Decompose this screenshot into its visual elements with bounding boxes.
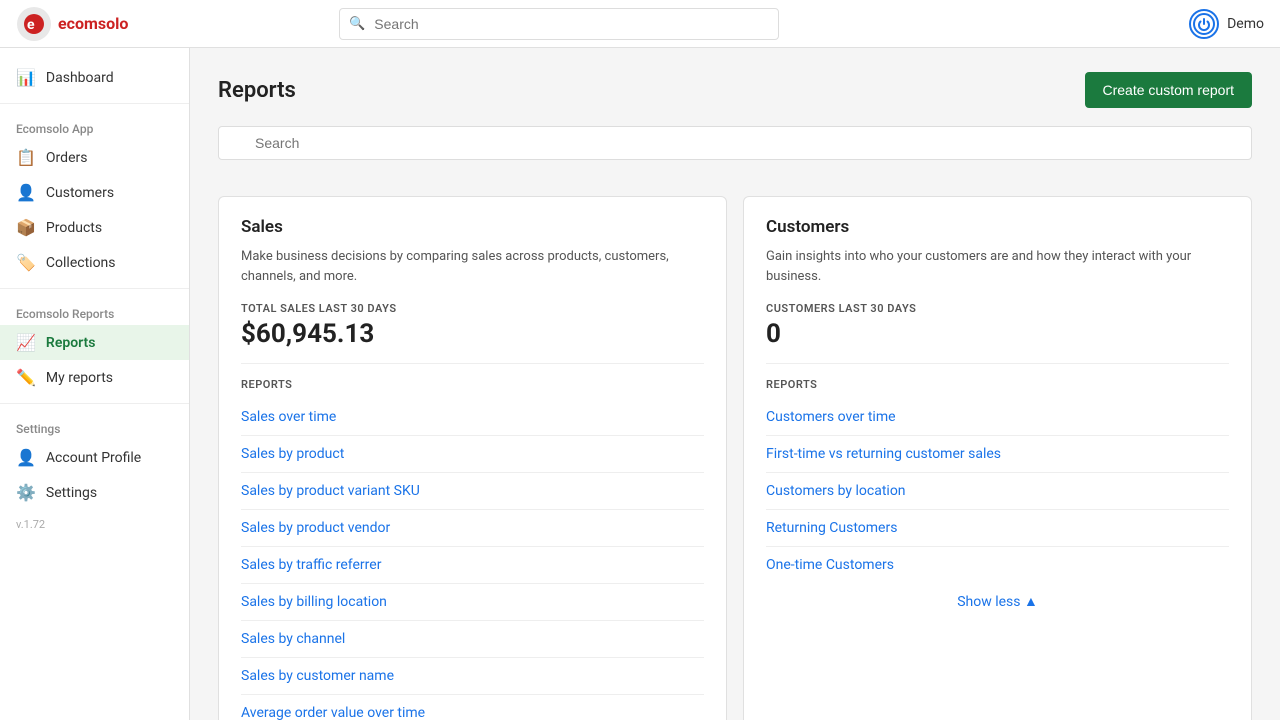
collections-icon: 🏷️ (16, 253, 36, 272)
sales-report-link-7[interactable]: Sales by customer name (241, 658, 704, 695)
main-content: Reports Create custom report 🔍 Sales Mak… (190, 48, 1280, 720)
dashboard-icon: 📊 (16, 68, 36, 87)
user-name: Demo (1227, 16, 1264, 32)
sales-report-links: Sales over timeSales by productSales by … (241, 399, 704, 720)
sidebar-divider-2 (0, 288, 189, 289)
topbar-right: Demo (1189, 9, 1264, 39)
topbar: e ecomsolo 🔍 Demo (0, 0, 1280, 48)
products-icon: 📦 (16, 218, 36, 237)
cards-grid: Sales Make business decisions by compari… (218, 196, 1252, 720)
customers-card: Customers Gain insights into who your cu… (743, 196, 1252, 720)
customers-stat-label: CUSTOMERS LAST 30 DAYS (766, 302, 1229, 315)
sales-report-link-2[interactable]: Sales by product variant SKU (241, 473, 704, 510)
logo: e ecomsolo (16, 6, 128, 42)
sales-stat-label: TOTAL SALES LAST 30 DAYS (241, 302, 704, 315)
customers-icon: 👤 (16, 183, 36, 202)
version-text: v.1.72 (0, 510, 189, 539)
ecomsolo-app-label: Ecomsolo App (0, 112, 189, 140)
sales-stat-value: $60,945.13 (241, 319, 704, 364)
customers-label: Customers (46, 185, 114, 201)
settings-section-label: Settings (0, 412, 189, 440)
topbar-search-wrap: 🔍 (339, 8, 779, 40)
sales-report-link-5[interactable]: Sales by billing location (241, 584, 704, 621)
customers-show-toggle[interactable]: Show less ▲ (766, 593, 1229, 610)
dashboard-label: Dashboard (46, 70, 114, 86)
my-reports-label: My reports (46, 370, 113, 386)
user-avatar (1189, 9, 1219, 39)
account-profile-label: Account Profile (46, 450, 141, 466)
topbar-search-input[interactable] (339, 8, 779, 40)
customers-card-desc: Gain insights into who your customers ar… (766, 247, 1229, 286)
orders-icon: 📋 (16, 148, 36, 167)
orders-label: Orders (46, 150, 88, 166)
customers-card-title: Customers (766, 217, 1229, 237)
reports-icon: 📈 (16, 333, 36, 352)
topbar-search-icon: 🔍 (349, 16, 365, 31)
sidebar-item-account-profile[interactable]: 👤 Account Profile (0, 440, 189, 475)
sidebar-item-settings[interactable]: ⚙️ Settings (0, 475, 189, 510)
sidebar-item-reports[interactable]: 📈 Reports (0, 325, 189, 360)
create-custom-report-button[interactable]: Create custom report (1085, 72, 1253, 108)
customers-report-link-0[interactable]: Customers over time (766, 399, 1229, 436)
sales-card-title: Sales (241, 217, 704, 237)
settings-item-label: Settings (46, 485, 97, 501)
sidebar-item-dashboard[interactable]: 📊 Dashboard (0, 60, 189, 95)
sales-reports-label: REPORTS (241, 378, 704, 391)
customers-reports-label: REPORTS (766, 378, 1229, 391)
sidebar-item-orders[interactable]: 📋 Orders (0, 140, 189, 175)
sales-card-desc: Make business decisions by comparing sal… (241, 247, 704, 286)
account-profile-icon: 👤 (16, 448, 36, 467)
sidebar-item-customers[interactable]: 👤 Customers (0, 175, 189, 210)
sidebar-item-collections[interactable]: 🏷️ Collections (0, 245, 189, 280)
sales-card: Sales Make business decisions by compari… (218, 196, 727, 720)
svg-text:e: e (27, 17, 35, 33)
logo-icon: e (16, 6, 52, 42)
sales-report-link-1[interactable]: Sales by product (241, 436, 704, 473)
products-label: Products (46, 220, 102, 236)
customers-stat-value: 0 (766, 319, 1229, 364)
customers-report-link-4[interactable]: One-time Customers (766, 547, 1229, 583)
sales-report-link-3[interactable]: Sales by product vendor (241, 510, 704, 547)
sidebar: 📊 Dashboard Ecomsolo App 📋 Orders 👤 Cust… (0, 48, 190, 720)
sales-report-link-4[interactable]: Sales by traffic referrer (241, 547, 704, 584)
layout: 📊 Dashboard Ecomsolo App 📋 Orders 👤 Cust… (0, 48, 1280, 720)
customers-report-link-2[interactable]: Customers by location (766, 473, 1229, 510)
ecomsolo-reports-label: Ecomsolo Reports (0, 297, 189, 325)
sales-report-link-0[interactable]: Sales over time (241, 399, 704, 436)
sidebar-divider-3 (0, 403, 189, 404)
sidebar-item-my-reports[interactable]: ✏️ My reports (0, 360, 189, 395)
customers-report-link-3[interactable]: Returning Customers (766, 510, 1229, 547)
sales-report-link-6[interactable]: Sales by channel (241, 621, 704, 658)
customers-report-link-1[interactable]: First-time vs returning customer sales (766, 436, 1229, 473)
sidebar-divider-1 (0, 103, 189, 104)
reports-search-input[interactable] (218, 126, 1252, 160)
reports-search-wrap: 🔍 (218, 126, 1252, 178)
my-reports-icon: ✏️ (16, 368, 36, 387)
sales-report-link-8[interactable]: Average order value over time (241, 695, 704, 720)
sidebar-item-products[interactable]: 📦 Products (0, 210, 189, 245)
reports-label: Reports (46, 335, 96, 351)
page-title: Reports (218, 78, 296, 103)
power-icon (1192, 12, 1216, 36)
settings-icon: ⚙️ (16, 483, 36, 502)
collections-label: Collections (46, 255, 116, 271)
customers-report-links: Customers over timeFirst-time vs returni… (766, 399, 1229, 583)
page-header: Reports Create custom report (218, 72, 1252, 108)
logo-text: ecomsolo (58, 14, 128, 33)
